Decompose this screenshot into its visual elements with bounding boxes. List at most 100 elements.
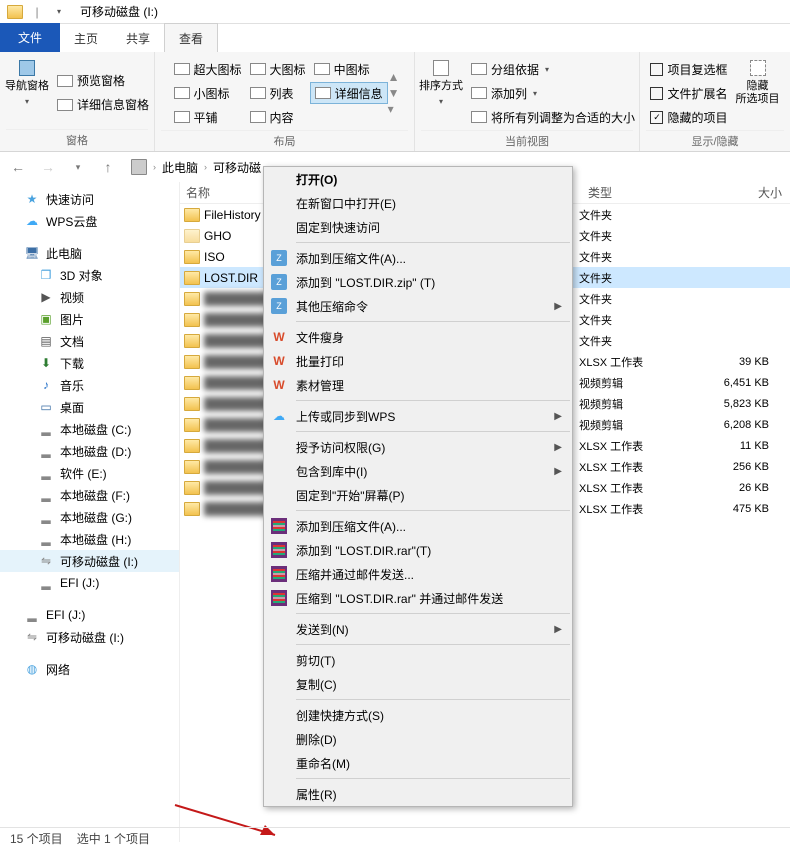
context-menu-rar3[interactable]: 压缩并通过邮件发送... [264,562,572,586]
details-pane-button[interactable]: 详细信息窗格 [53,94,153,116]
item-checkboxes-toggle[interactable]: 项目复选框 [646,58,731,80]
fit-columns-button[interactable]: 将所有列调整为合适的大小 [467,106,639,128]
context-menu-label: 其他压缩命令 [296,298,368,315]
context-menu-rar1[interactable]: 添加到压缩文件(A)... [264,514,572,538]
context-menu-pinqa[interactable]: 固定到快速访问 [264,215,572,239]
tab-view[interactable]: 查看 [164,23,218,52]
tree-item[interactable]: ▂EFI (J:) [0,604,179,626]
tree-item[interactable]: ⬇下载 [0,352,179,374]
tree-item[interactable]: 🖥此电脑 [0,242,179,264]
layout-small-button[interactable]: 小图标 [170,82,246,104]
context-menu-label: 发送到(N) [296,621,349,638]
group-by-button[interactable]: 分组依据▾ [467,58,639,80]
breadcrumb-segment[interactable]: 此电脑 [162,159,198,176]
context-menu-addzip[interactable]: Z添加到 "LOST.DIR.zip" (T) [264,270,572,294]
zip-icon: Z [270,273,288,291]
drive-icon: ▂ [38,509,54,525]
tree-item[interactable]: ★快速访问 [0,188,179,210]
tree-item[interactable]: ▂本地磁盘 (G:) [0,506,179,528]
tree-item[interactable]: ▂本地磁盘 (H:) [0,528,179,550]
file-type: 视频剪辑 [579,375,679,391]
context-menu-open[interactable]: 打开(O) [264,167,572,191]
tree-item[interactable]: ◍网络 [0,658,179,680]
column-header-type[interactable]: 类型 [580,184,680,201]
context-menu-wps1[interactable]: W文件瘦身 [264,325,572,349]
expand-icon[interactable]: ▾ [388,102,400,116]
file-size: 6,208 KB [679,419,769,431]
back-button[interactable]: ← [6,155,30,179]
context-menu-wps2[interactable]: W批量打印 [264,349,572,373]
layout-large-button[interactable]: 大图标 [246,58,310,80]
layout-tiles-button[interactable]: 平铺 [170,106,246,128]
context-menu-cut[interactable]: 剪切(T) [264,648,572,672]
tree-item[interactable]: ▭桌面 [0,396,179,418]
rar-icon [270,565,288,583]
context-menu-upwps[interactable]: ☁上传或同步到WPS▶ [264,404,572,428]
layout-details-button[interactable]: 详细信息 [310,82,388,104]
forward-button[interactable]: → [36,155,60,179]
file-extensions-toggle[interactable]: 文件扩展名 [646,82,731,104]
context-menu-label: 授予访问权限(G) [296,439,385,456]
context-menu-rar2[interactable]: 添加到 "LOST.DIR.rar"(T) [264,538,572,562]
tab-file[interactable]: 文件 [0,23,60,52]
tree-item[interactable]: ▂本地磁盘 (C:) [0,418,179,440]
up-button[interactable]: ↑ [96,155,120,179]
video-icon: ▶ [38,289,54,305]
context-menu-grant[interactable]: 授予访问权限(G)▶ [264,435,572,459]
drive-icon: ▂ [38,465,54,481]
tree-item[interactable]: ☁WPS云盘 [0,210,179,232]
scroll-down-icon[interactable]: ▼ [388,86,400,100]
breadcrumb-segment[interactable]: 可移动磁 [213,159,261,176]
context-menu-copy[interactable]: 复制(C) [264,672,572,696]
context-menu-wps3[interactable]: W素材管理 [264,373,572,397]
context-menu-delete[interactable]: 删除(D) [264,727,572,751]
context-menu-props[interactable]: 属性(R) [264,782,572,806]
context-menu-label: 在新窗口中打开(E) [296,195,396,212]
layout-extra-large-button[interactable]: 超大图标 [170,58,246,80]
context-menu-library[interactable]: 包含到库中(I)▶ [264,459,572,483]
scroll-up-icon[interactable]: ▲ [388,70,400,84]
tree-item[interactable]: ❒3D 对象 [0,264,179,286]
star-icon: ★ [24,191,40,207]
quick-access-folder-icon[interactable] [6,3,24,21]
tree-item[interactable]: ▂本地磁盘 (D:) [0,440,179,462]
tree-item[interactable]: ▂本地磁盘 (F:) [0,484,179,506]
drive-icon: ▂ [38,531,54,547]
cloud-icon: ☁ [24,213,40,229]
layout-content-button[interactable]: 内容 [246,106,310,128]
drive-icon [131,159,147,175]
recent-locations-button[interactable]: ▾ [66,155,90,179]
context-menu-pinstart[interactable]: 固定到"开始"屏幕(P) [264,483,572,507]
context-menu-otherzip[interactable]: Z其他压缩命令▶ [264,294,572,318]
hide-selected-button[interactable]: 隐藏 所选项目 [732,56,784,130]
context-menu-rename[interactable]: 重命名(M) [264,751,572,775]
context-menu-newwin[interactable]: 在新窗口中打开(E) [264,191,572,215]
quick-access-dropdown-icon[interactable]: ▾ [50,3,68,21]
preview-pane-button[interactable]: 预览窗格 [53,70,153,92]
context-menu-label: 复制(C) [296,676,337,693]
context-menu-rar4[interactable]: 压缩到 "LOST.DIR.rar" 并通过邮件发送 [264,586,572,610]
tree-item[interactable]: ⇋可移动磁盘 (I:) [0,626,179,648]
context-menu-addarc[interactable]: Z添加到压缩文件(A)... [264,246,572,270]
ribbon-tabs: 文件 主页 共享 查看 [0,24,790,52]
context-menu-shortcut[interactable]: 创建快捷方式(S) [264,703,572,727]
hidden-items-toggle[interactable]: ✓隐藏的项目 [646,106,731,128]
nav-pane-button[interactable]: 导航窗格 ▾ [1,56,53,129]
file-type: XLSX 工作表 [579,480,679,496]
tree-item[interactable]: ♪音乐 [0,374,179,396]
tree-item[interactable]: ▂EFI (J:) [0,572,179,594]
context-menu-sendto[interactable]: 发送到(N)▶ [264,617,572,641]
sort-by-button[interactable]: 排序方式 ▾ [415,56,467,130]
tree-item[interactable]: ▶视频 [0,286,179,308]
column-header-size[interactable]: 大小 [700,184,790,201]
tree-item[interactable]: ▣图片 [0,308,179,330]
tree-item[interactable]: ▤文档 [0,330,179,352]
tab-home[interactable]: 主页 [60,24,112,52]
tab-share[interactable]: 共享 [112,24,164,52]
layout-medium-button[interactable]: 中图标 [310,58,388,80]
tree-item[interactable]: ▂软件 (E:) [0,462,179,484]
layout-list-button[interactable]: 列表 [246,82,310,104]
add-columns-button[interactable]: 添加列▾ [467,82,639,104]
ribbon-group-label: 窗格 [6,129,148,151]
tree-item[interactable]: ⇋可移动磁盘 (I:) [0,550,179,572]
